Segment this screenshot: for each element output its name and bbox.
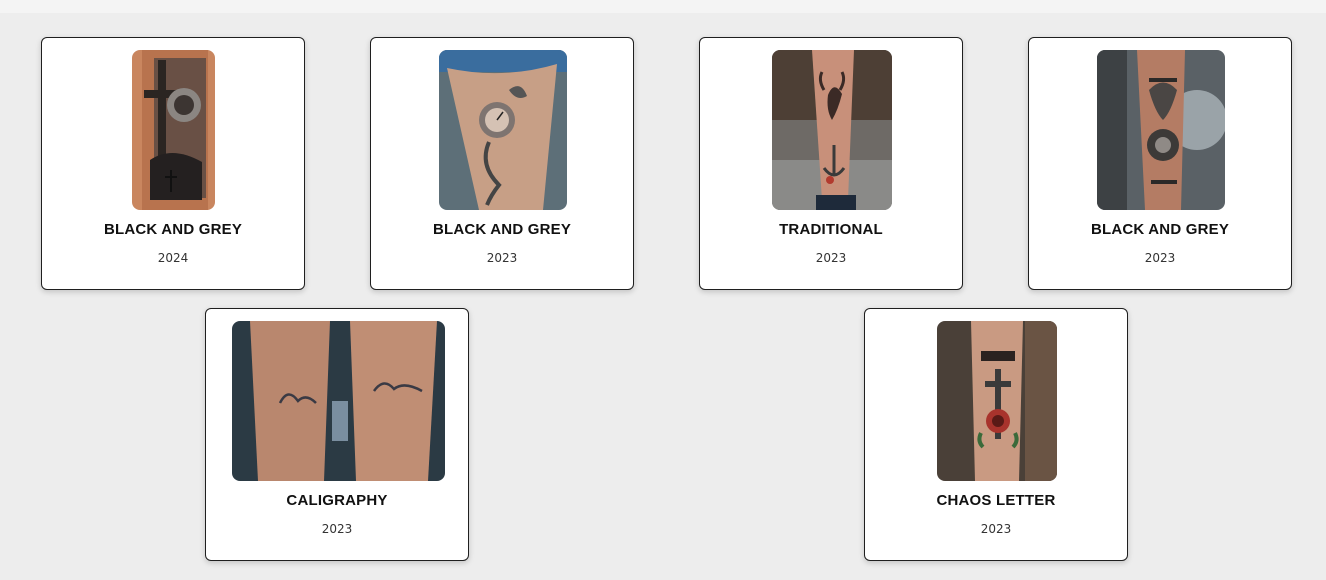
- tattoo-photo[interactable]: [232, 321, 445, 481]
- card-title: CHAOS LETTER: [936, 492, 1056, 509]
- tattoo-photo[interactable]: [772, 50, 892, 210]
- gallery-card-6[interactable]: CHAOS LETTER 2023: [864, 308, 1128, 561]
- tattoo-photo[interactable]: [937, 321, 1057, 481]
- tattoo-photo[interactable]: [439, 50, 567, 210]
- card-title: TRADITIONAL: [779, 221, 883, 238]
- gallery-card-3[interactable]: TRADITIONAL 2023: [699, 37, 963, 290]
- card-year: 2023: [486, 251, 518, 265]
- gallery-card-4[interactable]: BLACK AND GREY 2023: [1028, 37, 1292, 290]
- gallery-card-1[interactable]: BLACK AND GREY 2024: [41, 37, 305, 290]
- top-bar-strip: [0, 0, 1326, 13]
- card-year: 2023: [321, 522, 353, 536]
- card-year: 2023: [1144, 251, 1176, 265]
- tattoo-photo[interactable]: [132, 50, 215, 210]
- card-title: CALIGRAPHY: [286, 492, 388, 509]
- card-year: 2023: [980, 522, 1012, 536]
- card-title: BLACK AND GREY: [1090, 221, 1230, 238]
- card-title: BLACK AND GREY: [432, 221, 572, 238]
- card-year: 2023: [815, 251, 847, 265]
- card-title: BLACK AND GREY: [103, 221, 243, 238]
- card-year: 2024: [157, 251, 189, 265]
- gallery-card-5[interactable]: CALIGRAPHY 2023: [205, 308, 469, 561]
- gallery-card-2[interactable]: BLACK AND GREY 2023: [370, 37, 634, 290]
- tattoo-photo[interactable]: [1097, 50, 1225, 210]
